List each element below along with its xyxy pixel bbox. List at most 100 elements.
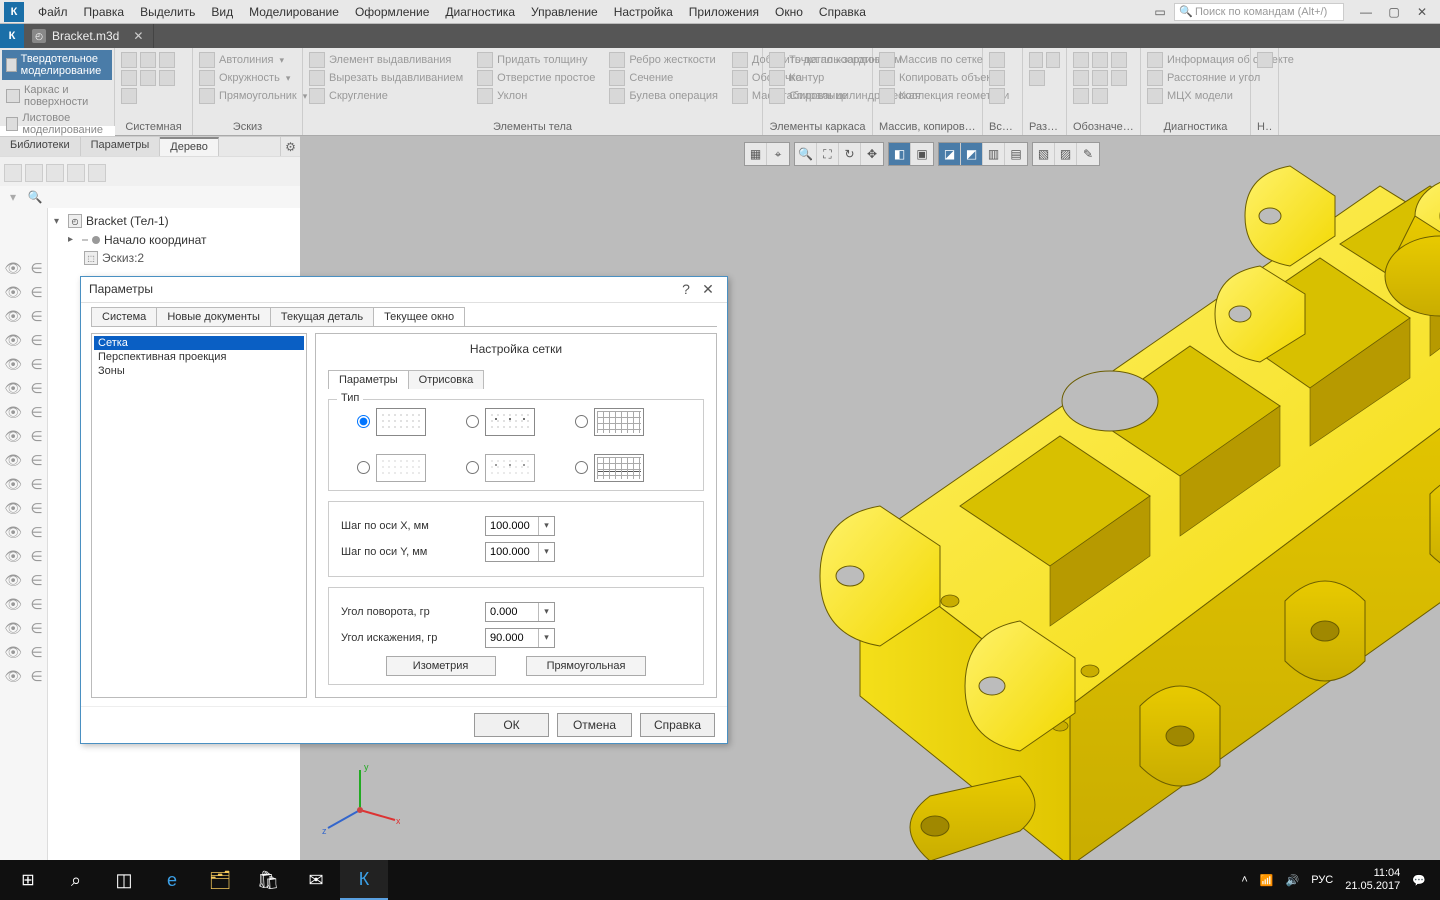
vt-persp[interactable]: ◪ (939, 143, 961, 165)
grid-type-6[interactable] (575, 454, 644, 482)
eye-icon[interactable]: 👁 (4, 644, 22, 661)
ribbon-save-icon[interactable] (159, 52, 175, 68)
menu-settings[interactable]: Настройка (606, 0, 681, 24)
minimize-button[interactable]: — (1354, 3, 1378, 21)
chevron-down-icon[interactable]: ▾ (538, 517, 554, 535)
ribbon-ann-icon-2[interactable] (1092, 52, 1108, 68)
menu-format[interactable]: Оформление (347, 0, 437, 24)
grid-type-5-radio[interactable] (466, 461, 479, 474)
eye-icon[interactable]: 👁 (4, 500, 22, 517)
btn-draft[interactable]: Уклон (477, 88, 595, 104)
vt-extra2[interactable]: ✎ (1077, 143, 1099, 165)
task-edge[interactable]: e (148, 860, 196, 900)
menu-view[interactable]: Вид (203, 0, 241, 24)
vt-color[interactable]: ▥ (983, 143, 1005, 165)
tray-lang[interactable]: РУС (1311, 874, 1333, 886)
tree-btn-4[interactable] (67, 164, 85, 182)
tree-root[interactable]: ▾◴Bracket (Тел-1) (54, 212, 294, 230)
ribbon-redo-icon[interactable] (159, 70, 175, 86)
eye-icon[interactable]: 👁 (4, 356, 22, 373)
help-button[interactable]: Справка (640, 713, 715, 737)
eye-icon[interactable]: 👁 (4, 308, 22, 325)
ribbon-dim-icon-2[interactable] (1046, 52, 1060, 68)
angle-rot-input[interactable] (486, 603, 538, 621)
btn-cut-extrude[interactable]: Вырезать выдавливанием (309, 70, 463, 86)
ribbon-ann-icon-5[interactable] (1092, 70, 1108, 86)
ribbon-ann-icon-4[interactable] (1073, 70, 1089, 86)
filter-icon[interactable]: ▾ (4, 188, 22, 206)
grid-type-2[interactable] (466, 408, 535, 436)
ribbon-new-icon[interactable] (121, 52, 137, 68)
tree-origin[interactable]: ▸⎯Начало координат (54, 230, 294, 249)
menu-window[interactable]: Окно (767, 0, 811, 24)
btn-boolean[interactable]: Булева операция (609, 88, 718, 104)
btn-extrude[interactable]: Элемент выдавливания (309, 52, 463, 68)
cat-grid[interactable]: Сетка (94, 336, 304, 350)
eye-icon[interactable]: 👁 (4, 476, 22, 493)
chevron-down-icon[interactable]: ▾ (538, 603, 554, 621)
close-button[interactable]: ✕ (1410, 3, 1434, 21)
eye-icon[interactable]: 👁 (4, 548, 22, 565)
maximize-button[interactable]: ▢ (1382, 3, 1406, 21)
task-view[interactable]: ◫ (100, 860, 148, 900)
eye-icon[interactable]: 👁 (4, 524, 22, 541)
task-kompas[interactable]: К (340, 860, 388, 900)
eye-icon[interactable]: 👁 (4, 596, 22, 613)
menu-help[interactable]: Справка (811, 0, 874, 24)
vt-origin[interactable]: ⌖ (767, 143, 789, 165)
vt-plane[interactable]: ▤ (1005, 143, 1027, 165)
btn-rectangle[interactable]: Прямоугольник▾ (199, 88, 296, 104)
chevron-down-icon[interactable]: ▾ (538, 543, 554, 561)
ribbon-dim-icon-1[interactable] (1029, 52, 1043, 68)
vt-grid[interactable]: ▦ (745, 143, 767, 165)
vt-extra1[interactable]: ▨ (1055, 143, 1077, 165)
tab-tree[interactable]: Дерево (160, 137, 219, 156)
grid-type-2-radio[interactable] (466, 415, 479, 428)
tree-btn-2[interactable] (25, 164, 43, 182)
eye-icon[interactable]: 👁 (4, 332, 22, 349)
search-tree-icon[interactable]: 🔍 (26, 188, 44, 206)
dtab-current-part[interactable]: Текущая деталь (270, 307, 374, 326)
btn-rectangular[interactable]: Прямоугольная (526, 656, 647, 676)
angle-rot-combo[interactable]: ▾ (485, 602, 555, 622)
ribbon-ann-icon-7[interactable] (1073, 88, 1089, 104)
menu-select[interactable]: Выделить (132, 0, 203, 24)
menu-diagnostics[interactable]: Диагностика (437, 0, 523, 24)
grid-type-4[interactable] (357, 454, 426, 482)
ribbon-ann-icon-1[interactable] (1073, 52, 1089, 68)
eye-icon[interactable]: 👁 (4, 452, 22, 469)
start-button[interactable]: ⊞ (4, 860, 52, 900)
step-y-input[interactable] (486, 543, 538, 561)
btn-pattern[interactable]: Массив по сетке (879, 52, 976, 68)
grid-type-3[interactable] (575, 408, 644, 436)
step-y-combo[interactable]: ▾ (485, 542, 555, 562)
tree-btn-5[interactable] (88, 164, 106, 182)
cancel-button[interactable]: Отмена (557, 713, 632, 737)
ribbon-dim-icon-3[interactable] (1029, 70, 1045, 86)
btn-geom-coll[interactable]: Коллекция геометрии (879, 88, 976, 104)
step-x-combo[interactable]: ▾ (485, 516, 555, 536)
document-tab[interactable]: ◴ Bracket.m3d ✕ (24, 24, 154, 48)
tray-up-icon[interactable]: ˄ (1241, 874, 1247, 886)
btn-autoline[interactable]: Автолиния▾ (199, 52, 296, 68)
ribbon-ann-icon-8[interactable] (1092, 88, 1108, 104)
tray-sound-icon[interactable]: 🔊 (1286, 874, 1300, 887)
ribbon-aux-icon-3[interactable] (989, 88, 1005, 104)
menu-edit[interactable]: Правка (76, 0, 133, 24)
ok-button[interactable]: ОК (474, 713, 549, 737)
tab-parameters[interactable]: Параметры (81, 137, 161, 156)
angle-dist-combo[interactable]: ▾ (485, 628, 555, 648)
ribbon-copy-icon[interactable] (121, 88, 137, 104)
vt-shaded[interactable]: ◧ (889, 143, 911, 165)
btn-contour[interactable]: Контур (769, 70, 866, 86)
task-search[interactable]: ⌕ (52, 860, 100, 900)
ribbon-print-icon[interactable] (121, 70, 137, 86)
btn-fillet[interactable]: Скругление (309, 88, 463, 104)
ribbon-open-icon[interactable] (140, 52, 156, 68)
menu-control[interactable]: Управление (523, 0, 606, 24)
vt-zoom[interactable]: 🔍 (795, 143, 817, 165)
eye-icon[interactable]: 👁 (4, 284, 22, 301)
btn-rib[interactable]: Ребро жесткости (609, 52, 718, 68)
step-x-input[interactable] (486, 517, 538, 535)
dialog-close-icon[interactable]: ✕ (697, 279, 719, 299)
